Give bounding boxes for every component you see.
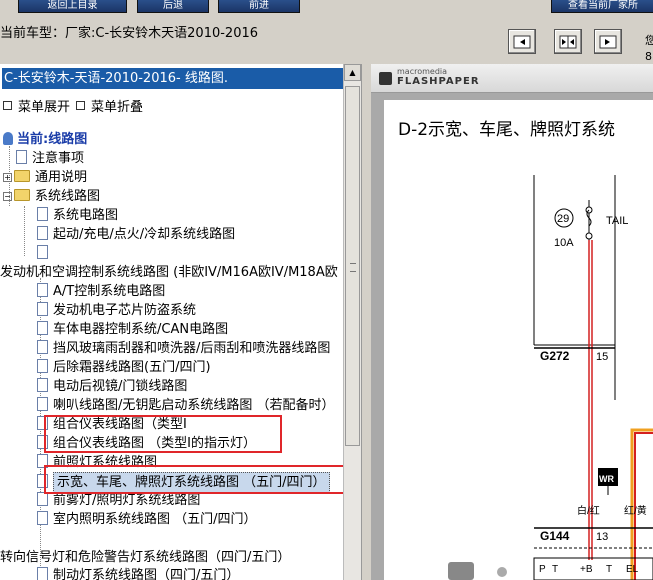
document-icon: [37, 283, 48, 297]
back-to-parent-button[interactable]: 返回上目录: [18, 0, 127, 13]
tree-item[interactable]: 制动灯系统线路图（四门/五门）: [37, 566, 239, 580]
connector-label: EL: [626, 564, 639, 575]
document-icon: [37, 207, 48, 221]
ground-g272: G272: [540, 349, 570, 363]
wr-label: WR: [599, 474, 614, 484]
document-icon: [37, 302, 48, 316]
folder-open-icon: [14, 189, 30, 201]
document-icon: [37, 511, 48, 525]
tree-item[interactable]: 挡风玻璃雨刮器和喷洗器/后雨刮和喷洗器线路图: [37, 339, 330, 358]
tree-item[interactable]: 发动机电子芯片防盗系统: [37, 301, 196, 320]
fuse-terminal-bottom: [585, 232, 593, 240]
split-view-icon: [559, 35, 577, 48]
pin-13: 13: [596, 531, 608, 543]
highlight-box-selected: [44, 465, 361, 494]
collapse-right-icon: [599, 35, 617, 48]
tree-item[interactable]: 电动后视镜/门锁线路图: [37, 377, 187, 396]
tree-item[interactable]: 发动机和空调控制系统线路图 (非欧IV/M16A欧IV/M18A欧: [0, 263, 338, 282]
tree-item[interactable]: 后除霜器线路图(五门/四门): [37, 358, 211, 377]
folder-icon: [14, 170, 30, 182]
collapse-minus-icon[interactable]: −: [3, 192, 12, 201]
wire-red-yellow: 红/黄: [624, 504, 647, 517]
tree-item-general[interactable]: + 通用说明: [3, 168, 87, 187]
fuse-amp: 10A: [554, 237, 574, 249]
document-icon: [16, 150, 27, 164]
expand-plus-icon[interactable]: +: [3, 173, 12, 182]
collapse-all-button[interactable]: 菜单折叠: [76, 96, 143, 115]
fuse-label: TAIL: [606, 215, 628, 227]
collapse-all-icon: [76, 101, 85, 110]
document-icon: [37, 378, 48, 392]
flashpaper-logo-icon: [379, 72, 392, 85]
connector-label: T: [606, 564, 612, 575]
tree-item[interactable]: 室内照明系统线路图 （五门/四门）: [37, 510, 257, 529]
expand-all-button[interactable]: 菜单展开: [3, 96, 70, 115]
nav-right-button[interactable]: [594, 29, 622, 54]
back-button[interactable]: 后退: [137, 0, 209, 13]
wiring-diagram: 29 TAIL 10A G272 15 WR 白/红 红/黄 G144 13 P…: [448, 175, 653, 580]
connector-label: +B: [580, 564, 593, 575]
current-location-icon: [3, 132, 13, 145]
expand-all-icon: [3, 101, 12, 110]
document-icon: [37, 492, 48, 506]
tree-scrollbar[interactable]: ▲: [343, 64, 361, 580]
tree-item-notes[interactable]: 注意事项: [16, 149, 84, 168]
component-icon: [497, 567, 507, 577]
edge-text-1: 您: [645, 34, 653, 47]
flashpaper-toolbar: macromedia FLASHPAPER: [371, 64, 653, 93]
document-icon: [37, 226, 48, 240]
highlight-box-instrument: [44, 415, 282, 453]
tree-item[interactable]: [37, 244, 53, 263]
edge-text-2: 8: [645, 50, 652, 63]
collapse-left-icon: [513, 35, 531, 48]
tree-item[interactable]: 车体电器控制系统/CAN电路图: [37, 320, 228, 339]
forward-button[interactable]: 前进: [218, 0, 300, 13]
tree-item[interactable]: 喇叭线路图/无钥匙启动系统线路图 （若配备时）: [37, 396, 335, 415]
document-icon: [37, 567, 48, 580]
current-model-label: 当前车型：厂家:C-长安铃木天语2010-2016: [0, 26, 259, 41]
document-icon: [37, 245, 48, 259]
nav-split-button[interactable]: [554, 29, 582, 54]
tree-title: C-长安铃木-天语-2010-2016- 线路图.: [2, 68, 343, 89]
document-page: D-2示宽、车尾、牌照灯系统 29 TAIL 10A G272 15 WR 白/…: [384, 100, 653, 580]
tree-item[interactable]: 转向信号灯和危险警告灯系统线路图（四门/五门）: [0, 548, 290, 567]
tree-item[interactable]: 起动/充电/点火/冷却系统线路图: [37, 225, 235, 244]
component-icon: [448, 562, 474, 580]
document-icon: [37, 359, 48, 373]
document-icon: [37, 340, 48, 354]
scroll-up-icon[interactable]: ▲: [344, 64, 361, 81]
document-viewer: macromedia FLASHPAPER D-2示宽、车尾、牌照灯系统 29 …: [371, 64, 653, 580]
ground-g144: G144: [540, 529, 570, 543]
nav-left-button[interactable]: [508, 29, 536, 54]
brand-big: FLASHPAPER: [397, 76, 480, 87]
fuse-number: 29: [557, 213, 569, 225]
tree-guide: [24, 206, 25, 256]
tree-item-system-diagrams[interactable]: − 系统线路图: [3, 187, 100, 206]
wire-white-red: 白/红: [577, 504, 600, 517]
brand-small: macromedia: [397, 67, 448, 76]
tree-item[interactable]: A/T控制系统电路图: [37, 282, 165, 301]
scroll-grip-icon: [350, 263, 356, 272]
document-icon: [37, 397, 48, 411]
tree-current-node[interactable]: 当前:线路图: [3, 130, 87, 149]
document-icon: [37, 321, 48, 335]
view-current-vendor-button[interactable]: 查看当前厂家所: [551, 0, 653, 13]
tree-item[interactable]: 系统电路图: [37, 206, 118, 225]
connector-label: P: [539, 564, 546, 575]
connector-label: T: [552, 564, 558, 575]
tree-panel: C-长安铃木-天语-2010-2016- 线路图. 菜单展开 菜单折叠 当前:线…: [0, 64, 362, 580]
pin-15: 15: [596, 351, 608, 363]
scroll-thumb[interactable]: [345, 86, 360, 446]
